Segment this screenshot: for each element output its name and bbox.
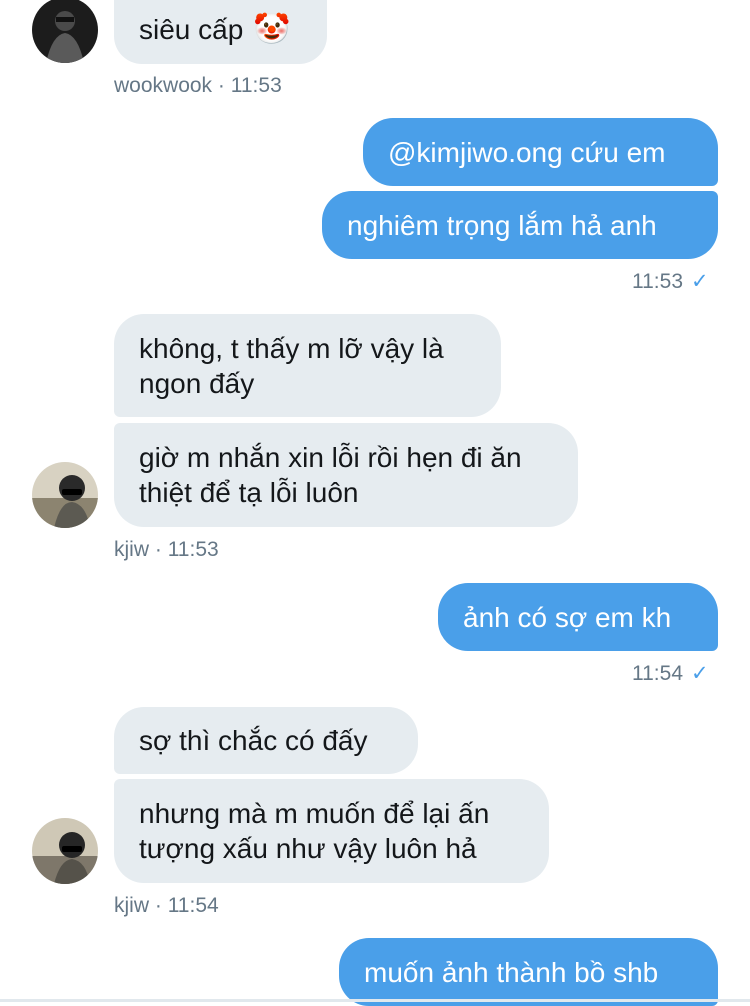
message-text: muốn ảnh thành bồ shb — [364, 956, 659, 988]
message-bubble-outgoing[interactable]: @kimjiwo.ong cứu em — [363, 118, 718, 186]
message-meta: kjiw · 11:54 — [114, 894, 219, 917]
timestamp: 11:53 — [167, 538, 219, 561]
sender-name: wookwook — [114, 74, 213, 97]
timestamp: 11:54 — [632, 662, 683, 685]
timestamp: 11:53 — [632, 270, 683, 293]
message-text: siêu cấp — [139, 13, 244, 45]
timestamp: 11:54 — [167, 894, 219, 917]
message-bubble-outgoing[interactable]: muốn ảnh thành bồ shb — [339, 938, 718, 1006]
message-bubble-incoming[interactable]: siêu cấp 🤡 — [114, 0, 327, 64]
message-text-line: ngon đấy — [139, 367, 255, 399]
message-text-line: tượng xấu như vậy luôn hả — [139, 833, 477, 864]
message-bubble-incoming[interactable]: không, t thấy m lỡ vậy là ngon đấy — [114, 314, 501, 417]
sender-name: kjiw — [114, 894, 149, 917]
message-text: sợ thì chắc có đấy — [139, 725, 368, 756]
avatar-kjiw[interactable] — [32, 818, 98, 884]
message-meta: 11:54 ✓ — [632, 662, 709, 686]
message-text-line: không, t thấy m lỡ vậy là — [139, 332, 444, 364]
timestamp: 11:53 — [230, 74, 282, 97]
message-text: ảnh có sợ em kh — [463, 601, 672, 633]
sender-name: kjiw — [114, 538, 149, 561]
message-bubble-incoming[interactable]: sợ thì chắc có đấy — [114, 707, 418, 774]
message-bubble-incoming[interactable]: giờ m nhắn xin lỗi rồi hẹn đi ăn thiệt đ… — [114, 423, 578, 527]
check-icon: ✓ — [691, 662, 709, 685]
check-icon: ✓ — [691, 270, 709, 293]
message-meta: wookwook · 11:53 — [114, 74, 282, 97]
message-meta: kjiw · 11:53 — [114, 538, 219, 561]
message-meta: 11:53 ✓ — [632, 270, 709, 294]
message-text-line: nhưng mà m muốn để lại ấn — [139, 798, 490, 829]
message-bubble-outgoing[interactable]: nghiêm trọng lắm hả anh — [322, 191, 718, 259]
message-bubble-incoming[interactable]: nhưng mà m muốn để lại ấn tượng xấu như … — [114, 779, 549, 883]
message-text-line: thiệt để tạ lỗi luôn — [139, 477, 359, 508]
clown-emoji: 🤡 — [253, 12, 291, 46]
message-text-line: giờ m nhắn xin lỗi rồi hẹn đi ăn — [139, 442, 522, 473]
message-bubble-outgoing[interactable]: ảnh có sợ em kh — [438, 583, 718, 651]
message-text: @kimjiwo.ong cứu em — [388, 136, 666, 168]
avatar-wookwook[interactable] — [32, 0, 98, 63]
message-text: nghiêm trọng lắm hả anh — [347, 209, 657, 241]
avatar-kjiw[interactable] — [32, 462, 98, 528]
